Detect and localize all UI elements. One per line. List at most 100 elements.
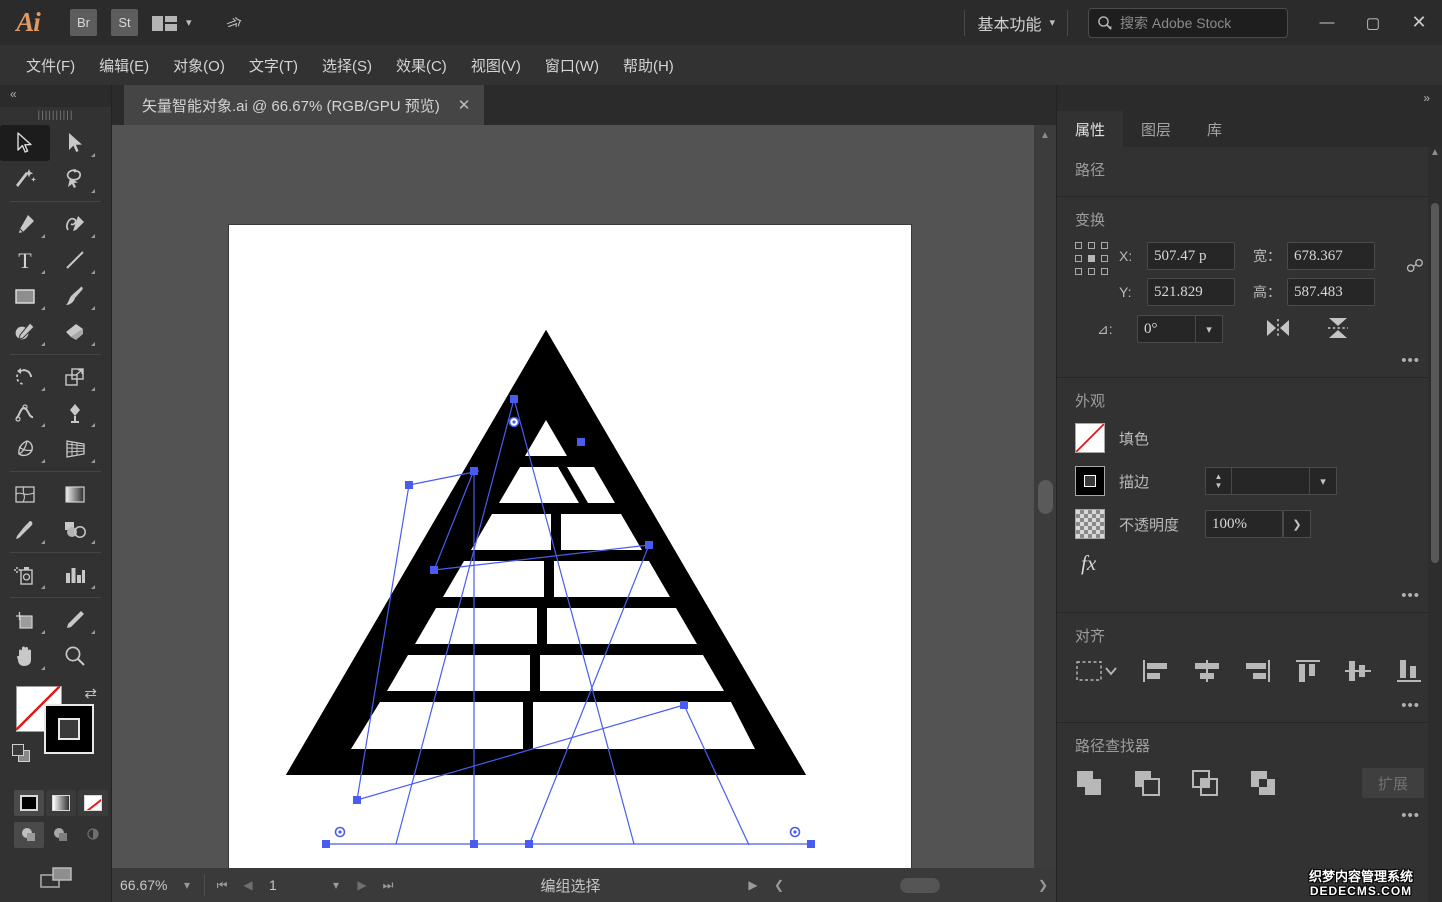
selection-tool[interactable] xyxy=(0,125,50,161)
magic-wand-tool[interactable] xyxy=(0,161,50,197)
align-top-icon[interactable] xyxy=(1293,658,1324,688)
close-icon[interactable]: ✕ xyxy=(458,96,471,114)
scroll-up-icon[interactable]: ▲ xyxy=(1428,147,1442,163)
status-play-icon[interactable]: ▶ xyxy=(740,878,766,892)
stroke-weight-stepper[interactable]: ▲▼ xyxy=(1205,467,1231,495)
menu-edit[interactable]: 编辑(E) xyxy=(87,51,161,80)
height-input[interactable]: 587.483 xyxy=(1287,278,1375,306)
workspace-label[interactable]: 基本功能 xyxy=(977,11,1041,35)
menu-type[interactable]: 文字(T) xyxy=(237,51,310,80)
reference-point-widget[interactable] xyxy=(1075,242,1111,278)
first-page-button[interactable]: ⏮ xyxy=(209,878,235,893)
lasso-tool[interactable] xyxy=(50,161,100,197)
scroll-up-icon[interactable]: ▲ xyxy=(1034,125,1056,145)
menu-file[interactable]: 文件(F) xyxy=(14,51,87,80)
intersect-icon[interactable] xyxy=(1191,769,1221,797)
scale-tool[interactable] xyxy=(50,359,100,395)
draw-behind-button[interactable] xyxy=(46,822,76,848)
expand-button[interactable]: 扩展 xyxy=(1362,768,1424,798)
align-left-icon[interactable] xyxy=(1141,658,1172,688)
eraser-tool[interactable] xyxy=(50,314,100,350)
opacity-input[interactable]: 100% xyxy=(1205,510,1283,538)
flip-vertical-icon[interactable] xyxy=(1325,317,1353,341)
toolbar-collapse-button[interactable]: « xyxy=(0,85,111,107)
menu-select[interactable]: 选择(S) xyxy=(310,51,384,80)
pathfinder-more-options[interactable]: ••• xyxy=(1401,807,1420,824)
bridge-button[interactable]: Br xyxy=(70,9,97,36)
stroke-swatch[interactable] xyxy=(44,704,94,754)
draw-inside-button[interactable] xyxy=(78,822,108,848)
artboard[interactable] xyxy=(229,225,911,902)
align-to-dropdown[interactable] xyxy=(1075,658,1121,688)
zoom-level-field[interactable]: 66.67% xyxy=(112,877,174,893)
column-graph-tool[interactable] xyxy=(50,557,100,593)
zoom-dropdown-icon[interactable]: ▾ xyxy=(174,878,200,892)
scroll-track[interactable] xyxy=(792,874,1030,896)
artboard-tool[interactable] xyxy=(0,602,50,638)
tab-properties[interactable]: 属性 xyxy=(1057,111,1123,147)
shape-builder-tool[interactable] xyxy=(0,431,50,467)
appearance-more-options[interactable]: ••• xyxy=(1401,587,1420,604)
align-horizontal-center-icon[interactable] xyxy=(1192,658,1223,688)
fill-color-swatch[interactable] xyxy=(1075,423,1105,453)
next-page-button[interactable]: ▶ xyxy=(349,878,375,892)
search-input[interactable]: 搜索 Adobe Stock xyxy=(1088,8,1288,38)
hand-tool[interactable] xyxy=(0,638,50,674)
align-more-options[interactable]: ••• xyxy=(1401,697,1420,714)
free-transform-tool[interactable] xyxy=(50,395,100,431)
menu-help[interactable]: 帮助(H) xyxy=(611,51,686,80)
scrollbar-thumb[interactable] xyxy=(900,878,940,893)
slice-tool[interactable] xyxy=(50,602,100,638)
x-input[interactable]: 507.47 p xyxy=(1147,242,1235,270)
mesh-tool[interactable] xyxy=(0,476,50,512)
scroll-left-icon[interactable]: ❮ xyxy=(766,878,792,892)
toolbar-drag-handle[interactable]: |||||||||| xyxy=(0,107,111,123)
tab-layers[interactable]: 图层 xyxy=(1123,111,1189,147)
draw-normal-button[interactable] xyxy=(14,822,44,848)
width-tool[interactable] xyxy=(0,395,50,431)
close-button[interactable]: ✕ xyxy=(1396,0,1442,45)
discover-button[interactable]: ➾ xyxy=(206,10,243,35)
align-right-icon[interactable] xyxy=(1242,658,1273,688)
menu-effect[interactable]: 效果(C) xyxy=(384,51,459,80)
menu-view[interactable]: 视图(V) xyxy=(459,51,533,80)
chevron-down-icon[interactable]: ▾ xyxy=(1049,16,1055,29)
minimize-button[interactable]: — xyxy=(1304,0,1350,45)
exclude-icon[interactable] xyxy=(1249,769,1279,797)
color-button[interactable] xyxy=(14,790,44,816)
curvature-pen-tool[interactable] xyxy=(50,206,100,242)
last-page-button[interactable]: ⏭ xyxy=(375,878,401,893)
paintbrush-tool[interactable] xyxy=(50,278,100,314)
perspective-grid-tool[interactable] xyxy=(50,431,100,467)
opacity-expand-icon[interactable]: ❯ xyxy=(1283,510,1311,538)
page-dropdown-icon[interactable]: ▾ xyxy=(323,878,349,892)
rectangle-tool[interactable] xyxy=(0,278,50,314)
stroke-dropdown-icon[interactable]: ▾ xyxy=(1309,467,1337,495)
canvas[interactable]: ▲ ▼ xyxy=(112,125,1056,902)
page-number-field[interactable]: 1 xyxy=(261,877,323,893)
gradient-button[interactable] xyxy=(46,790,76,816)
menu-object[interactable]: 对象(O) xyxy=(161,51,237,80)
canvas-vertical-scrollbar[interactable]: ▲ ▼ xyxy=(1034,125,1056,882)
direct-selection-tool[interactable] xyxy=(50,125,100,161)
rotation-dropdown-icon[interactable]: ▾ xyxy=(1195,315,1223,343)
scroll-right-icon[interactable]: ❯ xyxy=(1030,878,1056,892)
align-vertical-center-icon[interactable] xyxy=(1343,658,1374,688)
panel-scrollbar[interactable]: ▲ xyxy=(1428,147,1442,902)
minus-front-icon[interactable] xyxy=(1133,769,1163,797)
arrange-documents-button[interactable]: ▾ xyxy=(152,13,192,33)
unite-icon[interactable] xyxy=(1075,769,1105,797)
symbol-sprayer-tool[interactable] xyxy=(0,557,50,593)
screen-mode-button[interactable] xyxy=(0,862,111,892)
zoom-tool[interactable] xyxy=(50,638,100,674)
document-tab[interactable]: 矢量智能对象.ai @ 66.67% (RGB/GPU 预览) ✕ xyxy=(124,85,484,125)
scrollbar-thumb[interactable] xyxy=(1038,480,1053,514)
fx-button[interactable]: fx xyxy=(1081,551,1096,575)
maximize-button[interactable]: ▢ xyxy=(1350,0,1396,45)
width-input[interactable]: 678.367 xyxy=(1287,242,1375,270)
rotation-input[interactable]: 0° xyxy=(1137,315,1195,343)
scrollbar-thumb[interactable] xyxy=(1431,203,1439,563)
constrain-proportions-icon[interactable]: ☍ xyxy=(1406,256,1424,277)
gradient-tool[interactable] xyxy=(50,476,100,512)
tab-libraries[interactable]: 库 xyxy=(1189,111,1240,147)
